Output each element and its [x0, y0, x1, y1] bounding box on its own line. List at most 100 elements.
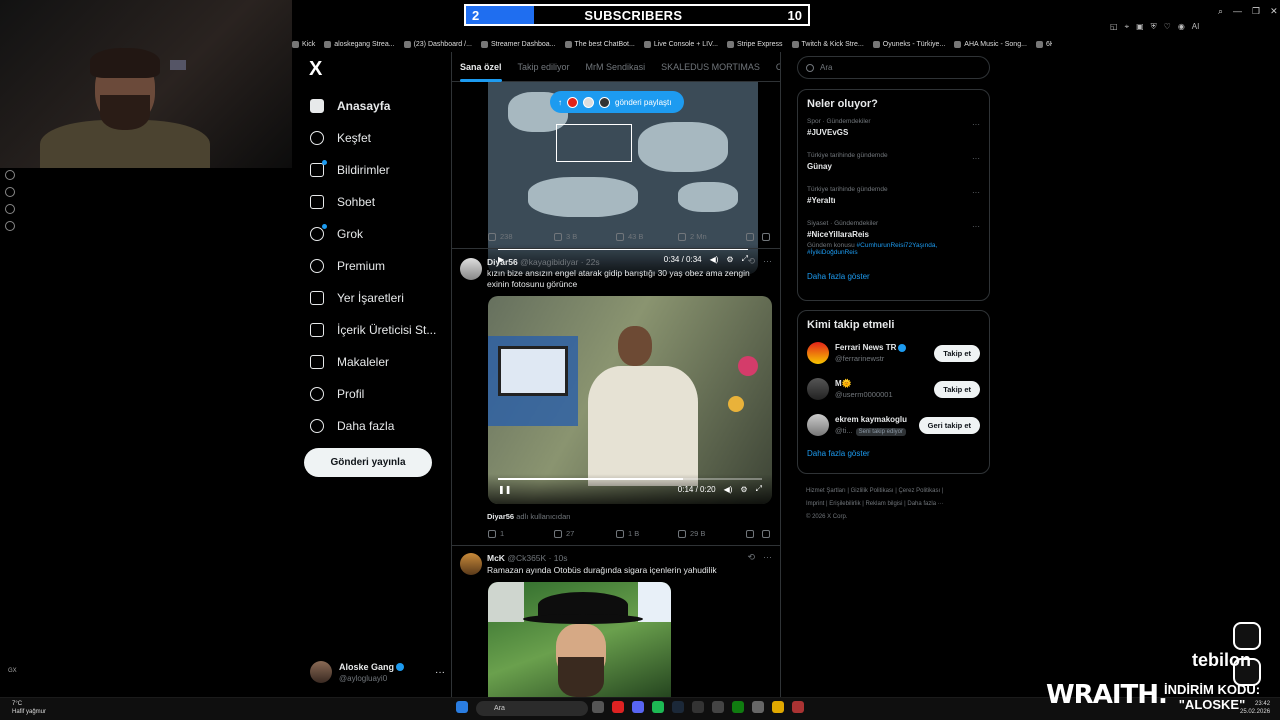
bookmark-item[interactable]: 6K Labs — [1035, 37, 1052, 51]
nav-item-4[interactable]: Grok — [304, 218, 444, 250]
nav-item-2[interactable]: Bildirimler — [304, 154, 444, 186]
like-button[interactable]: 1 B — [616, 529, 678, 538]
grok-icon[interactable]: ⟲ — [747, 256, 755, 267]
nav-item-8[interactable]: Makaleler — [304, 346, 444, 378]
new-posts-pill[interactable]: ↑ gönderi paylaştı — [550, 91, 684, 113]
nav-item-3[interactable]: Sohbet — [304, 186, 444, 218]
tab-0[interactable]: Sana özel — [452, 52, 510, 82]
post3[interactable]: McK @Ck365K · 10s ⟲ ··· Ramazan ayında Ot… — [452, 545, 780, 698]
account-switcher[interactable]: Aloske Gang @aylogluayi0 ··· — [310, 658, 445, 686]
more-icon[interactable]: ··· — [972, 120, 980, 129]
nav-item-6[interactable]: Yer İşaretleri — [304, 282, 444, 314]
history-icon[interactable] — [5, 187, 15, 197]
weather-widget[interactable]: 7°C Hafif yağmur — [12, 700, 46, 716]
more-icon[interactable]: ··· — [972, 154, 980, 163]
bookmark-item[interactable]: Oyuneks - Türkiye... — [872, 37, 945, 51]
repost-button[interactable]: 27 — [554, 529, 616, 538]
views-button[interactable]: 2 Mn — [678, 232, 746, 241]
bookmark-item[interactable]: (23) Dashboard /... — [403, 37, 472, 51]
trends-show-more[interactable]: Daha fazla göster — [798, 266, 989, 291]
user-icon[interactable]: ◉ — [1178, 22, 1185, 34]
share-button[interactable] — [762, 232, 770, 241]
nav-item-5[interactable]: Premium — [304, 250, 444, 282]
bookmark-item[interactable]: Twitch & Kick Stre... — [791, 37, 864, 51]
windows-start-icon[interactable] — [456, 701, 468, 713]
bookmark-button[interactable] — [746, 529, 754, 538]
taskbar-clock[interactable]: 23:42 25.02.2026 — [1240, 700, 1270, 716]
more-icon[interactable]: ··· — [435, 667, 445, 678]
views-button[interactable]: 29 B — [678, 529, 746, 538]
chat-icon[interactable] — [5, 204, 15, 214]
close-icon[interactable]: ✕ — [1270, 6, 1278, 17]
follow-suggestion[interactable]: M🌞 @userm0000001 Takip et — [798, 371, 989, 407]
more-icon[interactable]: ··· — [763, 552, 772, 563]
bookmark-item[interactable]: Kick — [292, 37, 315, 51]
camera-icon[interactable]: ▣ — [1136, 22, 1144, 34]
trend-item[interactable]: Türkiye tarihinde gündemde Günay ··· — [798, 148, 989, 182]
nav-item-1[interactable]: Keşfet — [304, 122, 444, 154]
repost-button[interactable]: 3 B — [554, 232, 616, 241]
tab-1[interactable]: Takip ediliyor — [510, 52, 578, 82]
extension-icon[interactable]: ◱ — [1110, 22, 1118, 34]
bookmark-item[interactable]: The best ChatBot... — [564, 37, 635, 51]
app-icon[interactable] — [712, 701, 724, 713]
reply-button[interactable]: 1 — [488, 529, 554, 538]
tab-4[interactable]: Oyu — [768, 52, 780, 82]
trend-item[interactable]: Türkiye tarihinde gündemde #Yeraltı ··· — [798, 182, 989, 216]
task-view-icon[interactable] — [592, 701, 604, 713]
shield-icon[interactable]: ⛨ — [1151, 22, 1157, 34]
volume-icon[interactable]: ◀) — [724, 485, 733, 494]
avatar[interactable] — [807, 414, 829, 436]
post-button[interactable]: Gönderi yayınla — [304, 448, 432, 477]
bookmark-item[interactable]: Live Console + LIV... — [643, 37, 718, 51]
more-icon[interactable]: ··· — [972, 222, 980, 231]
x-logo[interactable]: X — [309, 58, 339, 80]
more-icon[interactable]: ··· — [972, 188, 980, 197]
discord-icon[interactable] — [632, 701, 644, 713]
fullscreen-icon[interactable]: ⤢ — [756, 484, 762, 494]
more-icon[interactable]: ··· — [763, 256, 772, 267]
bookmark-item[interactable]: aloskegang Strea... — [324, 37, 395, 51]
tab-3[interactable]: SKALEDUS MORTIMAS — [653, 52, 768, 82]
follow-button[interactable]: Takip et — [934, 381, 980, 398]
nav-item-9[interactable]: Profil — [304, 378, 444, 410]
like-button[interactable]: 43 B — [616, 232, 678, 241]
follow-button[interactable]: Geri takip et — [918, 417, 980, 434]
taskbar-search[interactable]: Ara — [476, 701, 588, 716]
reply-button[interactable]: 238 — [488, 232, 554, 241]
bookmark-button[interactable] — [746, 232, 754, 241]
avatar[interactable] — [460, 258, 482, 280]
tab-2[interactable]: MrM Sendikasi — [578, 52, 654, 82]
app-icon[interactable] — [792, 701, 804, 713]
avatar[interactable] — [460, 553, 482, 575]
folder-icon[interactable] — [772, 701, 784, 713]
bookmark-item[interactable]: Streamer Dashboa... — [480, 37, 556, 51]
pin-icon[interactable]: ⌖ — [1125, 22, 1130, 34]
follow-button[interactable]: Takip et — [934, 345, 980, 362]
nav-item-0[interactable]: Anasayfa — [304, 90, 444, 122]
steam-icon[interactable] — [672, 701, 684, 713]
epic-games-icon[interactable] — [692, 701, 704, 713]
pause-icon[interactable]: ❚❚ — [498, 485, 511, 494]
post2-video[interactable]: ❚❚ 0:14 / 0:20 ◀) ⚙ ⤢ — [488, 296, 772, 504]
ai-icon[interactable]: AI — [1192, 22, 1200, 34]
minimize-icon[interactable]: — — [1233, 6, 1242, 17]
spotify-icon[interactable] — [652, 701, 664, 713]
nav-item-10[interactable]: Daha fazla — [304, 410, 444, 442]
post2[interactable]: Diyar56 @kayagibidiyar · 22s ⟲ ··· kızın … — [452, 248, 780, 548]
grok-icon[interactable] — [1233, 622, 1261, 650]
share-button[interactable] — [762, 529, 770, 538]
settings-icon[interactable] — [5, 221, 15, 231]
trend-item[interactable]: Siyaset · Gündemdekiler #NiceYillaraReis ·… — [798, 216, 989, 266]
search-input[interactable]: Ara — [797, 56, 990, 79]
nav-item-7[interactable]: İçerik Üreticisi St... — [304, 314, 444, 346]
who-to-follow-show-more[interactable]: Daha fazla göster — [798, 443, 989, 468]
heart-icon[interactable]: ♡ — [1164, 22, 1171, 34]
bookmark-item[interactable]: Stripe Express — [727, 37, 783, 51]
settings-icon[interactable]: ⚙ — [740, 485, 747, 494]
avatar[interactable] — [807, 378, 829, 400]
maximize-icon[interactable]: ❐ — [1252, 6, 1260, 17]
play-icon[interactable] — [5, 170, 15, 180]
search-icon[interactable]: ⌕ — [1218, 6, 1223, 17]
grok-icon[interactable]: ⟲ — [747, 552, 755, 563]
